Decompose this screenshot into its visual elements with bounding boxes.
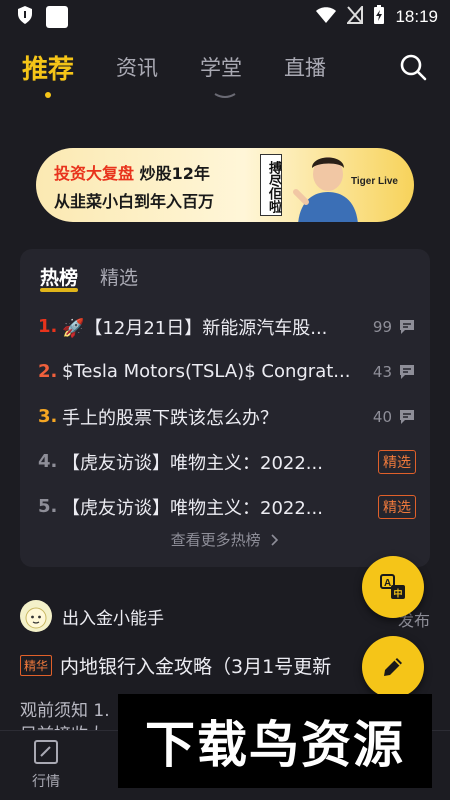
featured-badge: 精选: [378, 449, 416, 474]
post-title-row[interactable]: 精华 内地银行入金攻略（3月1号更新: [20, 652, 331, 679]
hot-item-5[interactable]: 5. 【虎友访谈】唯物主义：2022... 精选: [38, 484, 416, 529]
tab-recommend[interactable]: 推荐: [22, 49, 74, 98]
pull-refresh-indicator: [214, 93, 236, 98]
banner-subline: 从韭菜小白到年入百万: [54, 192, 215, 211]
search-icon: [400, 54, 427, 81]
nav-market[interactable]: 行情: [24, 739, 68, 791]
tab-news[interactable]: 资讯: [116, 52, 158, 82]
translate-icon: A 中: [380, 574, 405, 600]
tab-featured[interactable]: 精选: [100, 263, 138, 290]
comment-count: 43: [372, 362, 392, 381]
status-bar: 18:19: [0, 0, 450, 34]
comment-icon: [400, 364, 414, 379]
svg-text:中: 中: [394, 588, 403, 600]
featured-badge: 精选: [378, 494, 416, 519]
comment-count: 40: [372, 407, 392, 426]
tab-hot[interactable]: 热榜: [40, 263, 79, 292]
avatar: [20, 600, 52, 632]
chevron-right-icon: [271, 534, 279, 546]
tab-academy[interactable]: 学堂: [200, 52, 242, 82]
post-excerpt: 观前须知 1.: [20, 701, 110, 721]
more-hot-link[interactable]: 查看更多热榜: [20, 529, 430, 550]
shield-icon: [16, 5, 34, 29]
post-author[interactable]: 出入金小能手: [20, 600, 164, 632]
hot-item-4[interactable]: 4. 【虎友访谈】唯物主义：2022... 精选: [38, 439, 416, 484]
banner-headline: 投资大复盘 炒股12年: [54, 164, 210, 183]
svg-text:A: A: [384, 578, 391, 589]
tiger-live-logo: Tiger Live: [350, 176, 398, 187]
app-notification-icon: [46, 6, 68, 28]
search-button[interactable]: [398, 52, 428, 82]
translate-button[interactable]: A 中: [362, 556, 424, 618]
post-title: 内地银行入金攻略（3月1号更新: [60, 656, 332, 678]
wifi-icon: [315, 6, 337, 28]
comment-icon: [400, 319, 414, 334]
presenter-illustration: [293, 157, 358, 222]
watermark-overlay: 下载鸟资源: [118, 694, 432, 788]
clock: 18:19: [395, 7, 438, 26]
market-icon: [34, 740, 58, 764]
hot-item-3[interactable]: 3. 手上的股票下跌该怎么办？ 40: [38, 394, 416, 439]
promo-banner[interactable]: 投资大复盘 炒股12年 从韭菜小白到年入百万 搏尽佢啦 Tiger Live: [36, 148, 414, 222]
comment-count: 99: [372, 317, 392, 336]
hot-item-2[interactable]: 2. $Tesla Motors(TSLA)$ Congrat... 43: [38, 349, 416, 394]
comment-icon: [400, 409, 414, 424]
banner-sign: 搏尽佢啦: [260, 154, 282, 216]
pencil-icon: [384, 658, 402, 676]
top-nav: 推荐 资讯 学堂 直播: [0, 40, 450, 98]
hot-item-1[interactable]: 1. 🚀【12月21日】新能源汽车股... 99: [38, 304, 416, 349]
hot-list: 1. 🚀【12月21日】新能源汽车股... 99 2. $Tesla Motor…: [38, 304, 416, 529]
compose-button[interactable]: [362, 636, 424, 698]
battery-charging-icon: [373, 5, 385, 29]
tab-live[interactable]: 直播: [284, 52, 326, 82]
essence-tag: 精华: [20, 655, 53, 676]
hot-list-card: 热榜 精选 1. 🚀【12月21日】新能源汽车股... 99 2. $Tesla…: [20, 249, 430, 567]
no-signal-icon: [346, 4, 364, 28]
